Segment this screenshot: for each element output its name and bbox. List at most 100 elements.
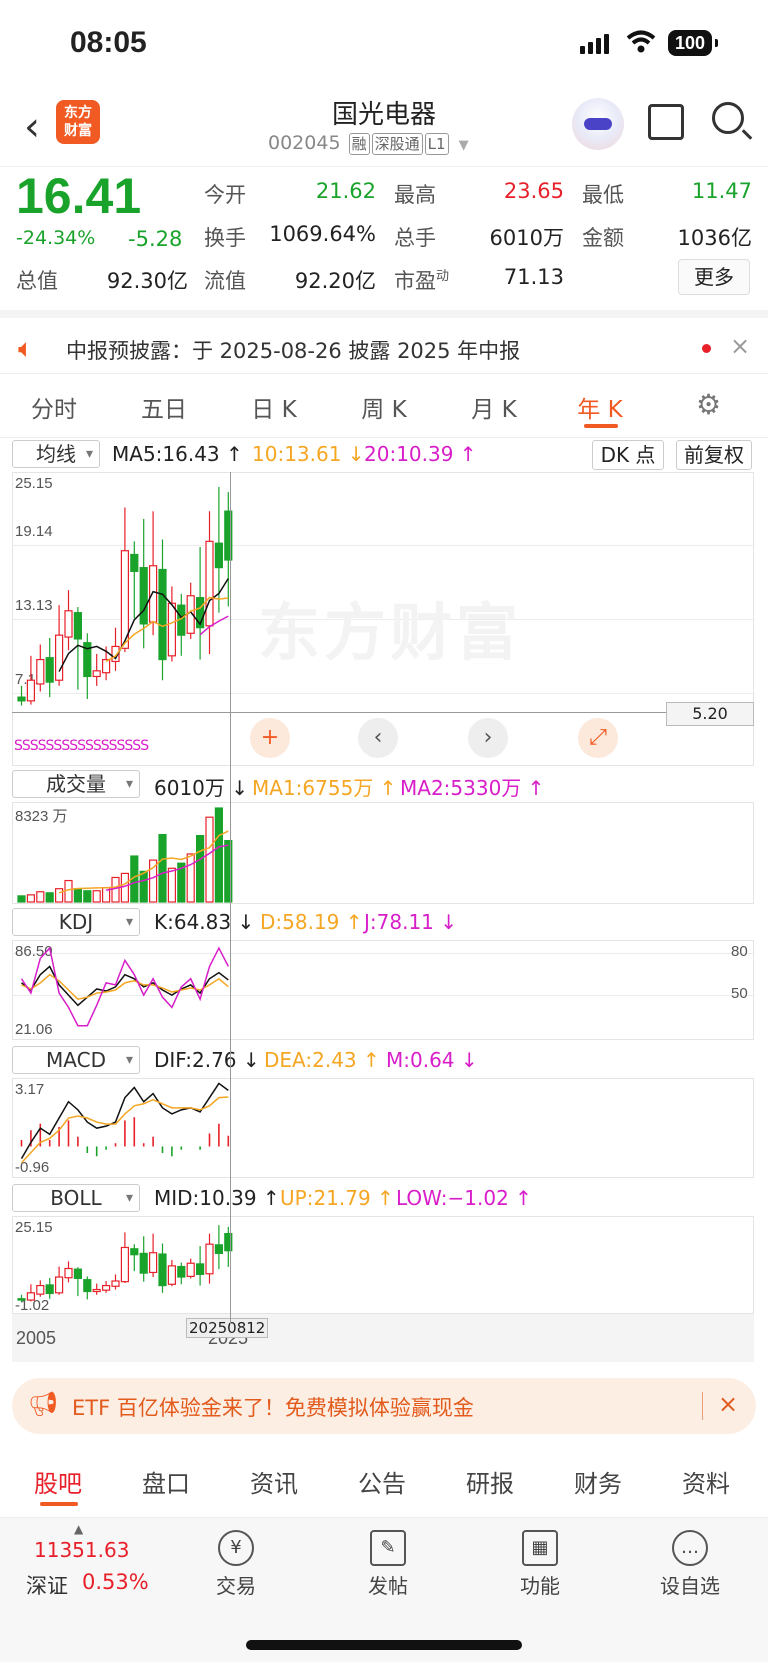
macd-dea: DEA:2.43 ↑ [264,1048,380,1072]
tab-financials[interactable]: 财务 [558,1464,638,1499]
close-icon[interactable]: × [718,1390,738,1418]
index-value[interactable]: 11351.63 [34,1538,129,1562]
label-pe: 市盈动 [394,269,450,293]
close-icon[interactable]: × [730,332,750,360]
volume-bar [17,895,26,903]
tab-research[interactable]: 研报 [450,1464,530,1499]
gear-icon[interactable]: ⚙︎ [696,388,721,421]
tab-news[interactable]: 资讯 [234,1464,314,1499]
change-amount: -5.28 [128,227,183,251]
functions-button[interactable]: ▦ 功能 [490,1530,590,1599]
tab-weekly-k[interactable]: 周 K [344,390,424,424]
megaphone-icon: 📢︎ [28,1390,59,1418]
tab-monthly-k[interactable]: 月 K [454,390,534,424]
boll-candle-body [45,1284,54,1295]
candle-body [139,567,148,625]
ma20-line [199,615,229,636]
boll-candle-body [205,1243,214,1275]
ma20-value: 20:10.39 ↑ [364,442,477,466]
expand-icon[interactable]: ⤢ [578,718,618,758]
boll-candle-body [196,1263,205,1276]
tab-forum[interactable]: 股吧 [18,1464,98,1499]
volume-bar [111,876,120,903]
caret-up-icon: ▲ [74,1522,84,1536]
candle-body [130,553,139,572]
tab-market-depth[interactable]: 盘口 [126,1464,206,1499]
crosshair-horizontal [12,712,754,713]
trade-button[interactable]: ¥ 交易 [186,1530,286,1599]
boll-candle-body [139,1252,148,1274]
index-name[interactable]: 深证 [26,1570,68,1600]
crosshair-value-label: 5.20 [666,702,754,726]
volume-bar [54,888,64,903]
zoom-in-button[interactable]: + [250,718,290,758]
macd-m: M:0.64 ↓ [386,1048,478,1072]
dk-point-button[interactable]: DK 点 [592,440,664,470]
promo-banner[interactable]: 📢︎ ETF 百亿体验金来了！免费模拟体验赢现金 × [12,1378,756,1434]
candle-body [158,568,167,661]
tab-yearly-k[interactable]: 年 K [560,390,640,424]
macd-chart [20,1082,230,1164]
boll-candle-body [26,1292,35,1301]
tab-daily-k[interactable]: 日 K [234,390,314,424]
indicator-selector-macd[interactable]: MACD [12,1046,140,1074]
period-tabs: 分时 五日 日 K 周 K 月 K 年 K ⚙︎ [0,376,768,438]
candle-body [205,540,214,627]
notice-bar[interactable]: 🔈︎ 中报预披露：于 2025-08-26 披露 2025 年中报 × [0,310,768,374]
bottom-toolbar: ▲ 11351.63 深证 0.53% ¥ 交易 ✎ 发帖 ▦ 功能 … 设自选 [0,1518,768,1662]
volume-bar [120,872,130,903]
tab-profile[interactable]: 资料 [666,1464,746,1499]
notice-text: 中报预披露：于 2025-08-26 披露 2025 年中报 [66,339,521,363]
candle-body [36,658,45,685]
value-float-cap: 92.20亿 [294,269,376,293]
wifi-icon [626,30,656,53]
volume-indicator-row: 成交量 6010万 ↓ MA1:6755万 ↑ MA2:5330万 ↑ [0,768,768,802]
kdj-indicator-row: KDJ K:64.83 ↓ D:58.19 ↑ J:78.11 ↓ [0,906,768,940]
volume-ma1: MA1:6755万 ↑ [252,776,397,800]
macd-indicator-row: MACD DIF:2.76 ↓ DEA:2.43 ↑ M:0.64 ↓ [0,1044,768,1078]
stock-code-line[interactable]: 002045 融深股通 L1 ▼ [268,132,469,155]
home-indicator [246,1640,522,1650]
label-amount: 金额 [582,226,624,250]
tab-announcements[interactable]: 公告 [342,1464,422,1499]
chevron-left-icon[interactable]: ‹ [358,718,398,758]
adjust-mode-button[interactable]: 前复权 [676,440,752,470]
signal-icon [580,34,612,54]
indicator-selector-boll[interactable]: BOLL [12,1184,140,1212]
index-percent[interactable]: 0.53% [82,1570,149,1594]
volume-bar [139,870,148,903]
boll-candle-body [17,1298,26,1301]
edit-icon: ✎ [370,1530,406,1566]
change-percent: -24.34% [16,227,96,249]
boll-candle-body [130,1248,139,1256]
candle-body [92,670,101,678]
crosshair-vertical [230,472,231,1324]
tab-intraday[interactable]: 分时 [14,390,94,424]
ma5-value: MA5:16.43 ↑ [112,442,243,466]
volume-bar [205,816,214,903]
label-high: 最高 [394,183,436,207]
boll-candle-body [214,1244,223,1254]
boll-mid: MID:10.39 ↑ [154,1186,280,1210]
boll-candle-body [36,1284,45,1295]
volume-bar [45,892,54,903]
label-float-cap: 流值 [204,269,246,293]
volume-ma2: MA2:5330万 ↑ [400,776,545,800]
post-button[interactable]: ✎ 发帖 [338,1530,438,1599]
crosshair-date-label: 20250812 [186,1318,269,1338]
search-icon[interactable] [712,102,744,134]
add-watchlist-button[interactable]: … 设自选 [640,1530,740,1599]
indicator-selector-ma[interactable]: 均线 [12,440,100,468]
tag-level: L1 [424,133,449,155]
indicator-selector-kdj[interactable]: KDJ [12,908,140,936]
label-total-cap: 总值 [16,269,58,293]
more-button[interactable]: 更多 [678,259,750,295]
assistant-avatar-icon[interactable] [572,98,624,150]
share-icon[interactable] [648,104,684,140]
indicator-selector-volume[interactable]: 成交量 [12,770,140,798]
chevron-right-icon[interactable]: › [468,718,508,758]
speaker-icon: 🔈︎ [18,334,34,364]
candle-body [214,542,223,569]
stock-code: 002045 [268,132,341,154]
tab-five-day[interactable]: 五日 [124,390,204,424]
